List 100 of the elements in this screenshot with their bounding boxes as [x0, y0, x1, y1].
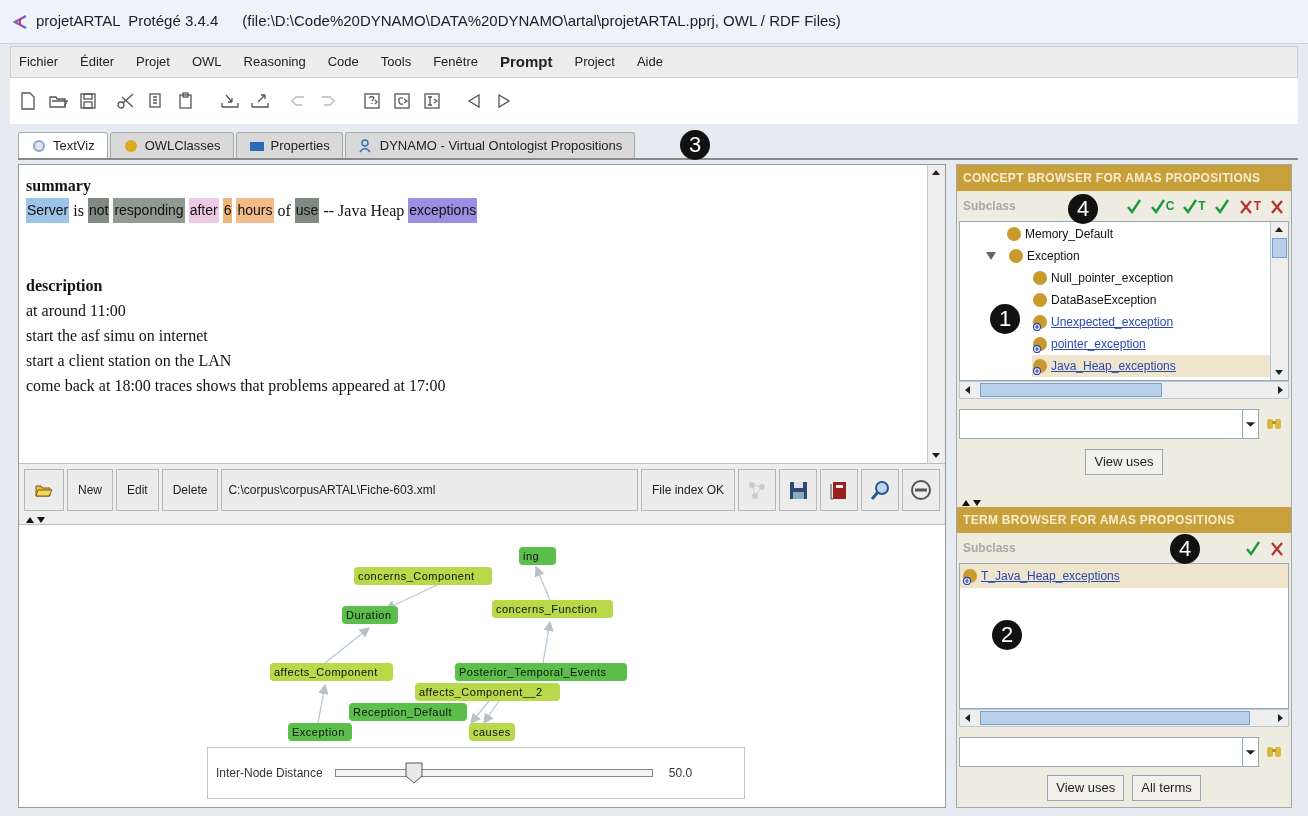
tree-item[interactable]: pointer_exception [1032, 333, 1150, 355]
graph-node[interactable]: affects_Component [270, 663, 393, 681]
tree-item[interactable]: Memory_Default [1006, 223, 1118, 245]
proposition-icon [1032, 357, 1049, 375]
toolbar-button[interactable] [902, 468, 940, 511]
search-icon [869, 478, 891, 501]
action-button[interactable]: View uses [1085, 449, 1163, 475]
panel-header: TERM BROWSER FOR AMAS PROPOSITIONS [957, 507, 1291, 533]
tab[interactable]: TextViz [18, 132, 108, 158]
proposition-icon [1032, 335, 1049, 353]
description-line: start the asf simu on internet [26, 326, 209, 346]
vertical-scrollbar[interactable] [927, 165, 945, 463]
action-button[interactable]: View uses [1047, 775, 1125, 801]
proposition-icon [962, 567, 979, 585]
circle-icon [122, 137, 139, 154]
summary-text: -- Java Heap [323, 201, 405, 222]
slider[interactable] [334, 761, 653, 785]
description-line: come back at 18:00 traces shows that problems appeared at 17:00 [26, 376, 447, 397]
graph-node[interactable]: Reception_Default [349, 703, 467, 721]
graph-node[interactable]: affects_Component__2 [415, 683, 560, 701]
toolbar-button[interactable] [861, 468, 899, 511]
file-action-button[interactable]: Edit [116, 468, 159, 511]
menu-item[interactable]: Fenêtre [433, 52, 478, 72]
menu-item[interactable]: Éditer [80, 52, 114, 72]
highlighted-word: use [294, 198, 320, 223]
dropdown-icon[interactable] [1242, 410, 1258, 438]
gear-icon [31, 137, 47, 154]
graph-node[interactable]: Exception [288, 723, 352, 741]
splitter-arrows-icon[interactable] [961, 499, 983, 507]
description-heading: description [26, 276, 104, 297]
class-query-icon[interactable] [392, 91, 412, 111]
menu-item[interactable]: Project [574, 52, 615, 72]
edge-arrow [317, 683, 329, 724]
subclass-label: Subclass [963, 540, 1016, 557]
subclass-label: Subclass [963, 198, 1016, 215]
edge-arrow [470, 700, 490, 724]
tree-item[interactable]: DataBaseException [1032, 289, 1161, 311]
edge-arrow [483, 700, 500, 725]
highlighted-word: 6 [222, 198, 233, 223]
callout-number: 3 [680, 130, 710, 160]
scrollbar-thumb[interactable] [980, 711, 1250, 725]
horizontal-scrollbar[interactable] [959, 381, 1289, 399]
graph-node[interactable]: causes [469, 723, 515, 741]
highlighted-word: exceptions [408, 198, 478, 223]
tree-item[interactable]: Exception [984, 245, 1084, 267]
app-icon [12, 13, 28, 30]
summary-text: of [277, 201, 291, 221]
toolbar-button[interactable] [779, 468, 817, 511]
menu-item[interactable]: Prompt [500, 50, 553, 74]
file-path-field: C:\corpus\corpusARTAL\Fiche-603.xml [221, 468, 638, 511]
class-icon [1006, 225, 1023, 243]
file-index-status-button[interactable]: File index OK [640, 468, 735, 511]
export-icon[interactable] [250, 91, 270, 111]
menu-item[interactable]: Tools [380, 52, 412, 72]
check-icon [1125, 197, 1142, 215]
file-action-button[interactable]: New [67, 468, 113, 511]
dropdown-icon[interactable] [1242, 738, 1258, 766]
reject-button[interactable]: T [1237, 196, 1261, 216]
tree-item[interactable]: Unexpected_exception [1032, 311, 1178, 333]
graph-node[interactable]: concerns_Function [492, 600, 613, 618]
menu-item[interactable]: OWL [191, 52, 222, 72]
menu-item[interactable]: Aide [636, 52, 663, 72]
menu-item[interactable]: Reasoning [243, 52, 306, 72]
menu-item[interactable]: Projet [136, 52, 170, 72]
horizontal-scrollbar[interactable] [959, 709, 1289, 727]
description-line: at around 11:00 [26, 301, 127, 321]
scissors-icon[interactable] [116, 91, 136, 111]
menu-item[interactable]: Code [327, 52, 359, 72]
help-query-icon[interactable] [362, 91, 382, 111]
highlighted-word: responding [113, 198, 185, 223]
graph-node[interactable]: concerns_Component [354, 567, 492, 585]
graph-node[interactable]: Duration [342, 606, 398, 624]
class-icon [1032, 291, 1049, 309]
toolbar-button[interactable] [820, 468, 858, 511]
tab[interactable]: DYNAMO - Virtual Ontologist Propositions [344, 132, 636, 158]
tree-item[interactable]: Null_pointer_exception [1032, 267, 1178, 289]
slider-thumb[interactable] [405, 762, 424, 784]
circle-logo-icon [910, 478, 932, 501]
graph-node[interactable]: Posterior_Temporal_Events [455, 663, 627, 681]
file-action-button[interactable]: Delete [161, 468, 219, 511]
tree-item[interactable]: Java_Heap_exceptions [1032, 355, 1270, 377]
highlighted-word: not [87, 198, 110, 223]
menu-item[interactable]: Fichier [19, 52, 58, 72]
vertical-scrollbar[interactable] [1270, 222, 1288, 380]
description-line: start a client station on the LAN [26, 351, 233, 371]
summary-heading: summary [26, 176, 92, 197]
scrollbar-thumb[interactable] [980, 383, 1162, 397]
splitter-arrows-icon[interactable] [25, 515, 47, 524]
tab[interactable]: Properties [235, 132, 343, 158]
edge-arrow [324, 627, 370, 664]
new-file-icon[interactable] [18, 91, 38, 111]
tab[interactable]: OWLClasses [109, 132, 234, 158]
scrollbar-thumb[interactable] [1272, 238, 1287, 258]
term-item[interactable]: T_Java_Heap_exceptions [960, 564, 1288, 588]
class-icon [1032, 269, 1049, 287]
save-icon[interactable] [78, 91, 98, 111]
expand-triangle-icon[interactable] [984, 250, 998, 262]
graph-node[interactable]: ing [519, 547, 556, 565]
instance-query-icon[interactable] [422, 91, 442, 111]
action-button[interactable]: All terms [1132, 775, 1201, 801]
